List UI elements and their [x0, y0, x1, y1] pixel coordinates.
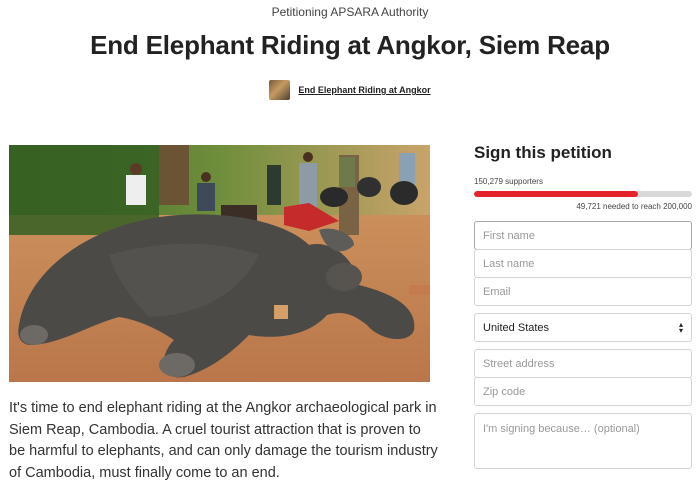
select-arrows-icon: ▴ ▾ [678, 319, 683, 335]
petition-target: Petitioning APSARA Authority [271, 5, 429, 19]
zip-code-field[interactable]: Zip code [474, 377, 692, 406]
sign-petition-panel: Sign this petition 150,279 supporters 49… [474, 140, 692, 469]
supporters-needed: 49,721 needed to reach 200,000 [576, 202, 692, 211]
country-select-value: United States [483, 321, 550, 334]
sign-title: Sign this petition [474, 143, 612, 162]
first-name-field[interactable]: First name [474, 221, 692, 250]
petition-starter[interactable]: End Elephant Riding at Angkor [0, 80, 700, 100]
petition-description: It's time to end elephant riding at the … [9, 400, 438, 481]
email-field[interactable]: Email [474, 277, 692, 306]
page-title: End Elephant Riding at Angkor, Siem Reap [90, 30, 610, 60]
street-address-field[interactable]: Street address [474, 349, 692, 378]
supporters-count: 150,279 supporters [474, 177, 543, 186]
petition-photo [9, 145, 430, 382]
progress-bar-fill [474, 191, 638, 197]
reason-textarea[interactable]: I'm signing because… (optional) [474, 413, 692, 469]
starter-avatar[interactable] [269, 80, 291, 100]
last-name-field[interactable]: Last name [474, 249, 692, 278]
country-select[interactable]: United States ▴ ▾ [474, 313, 692, 342]
progress-bar [474, 191, 692, 197]
starter-link[interactable]: End Elephant Riding at Angkor [298, 85, 430, 95]
